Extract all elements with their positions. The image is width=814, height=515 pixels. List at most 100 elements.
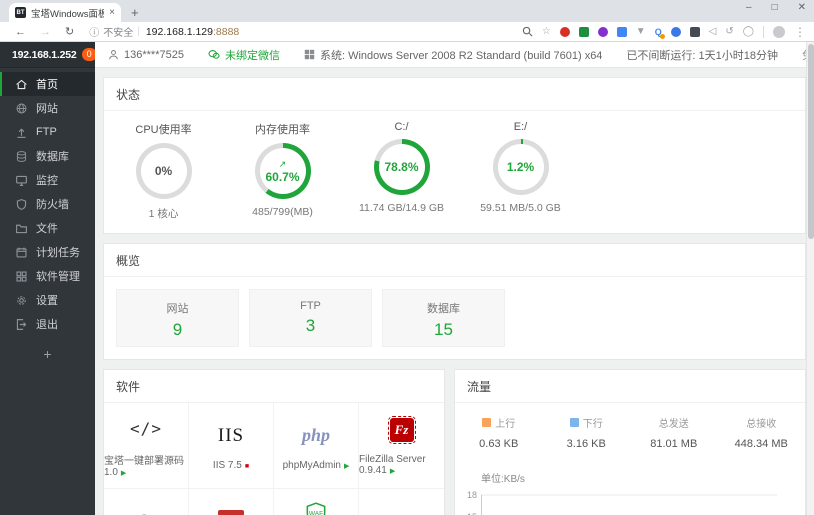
browser-tab[interactable]: BT 宝塔Windows面板 × [9,3,121,22]
extension-icon[interactable]: ◯ [743,26,754,37]
sidebar-item-database[interactable]: 数据库 [0,144,95,168]
extension-icon[interactable] [689,26,700,37]
waf-shield-icon: WAF [306,502,326,515]
url-text[interactable]: 192.168.1.129:8888 [146,26,239,38]
sidebar-item-firewall[interactable]: 防火墙 [0,192,95,216]
sidebar-item-cron[interactable]: 计划任务 [0,240,95,264]
traffic-chart: 1815129630 [467,489,797,515]
overview-card-ftp[interactable]: FTP 3 [249,289,372,347]
extension-icon[interactable]: ↺ [725,26,733,37]
php-icon: php [301,425,330,445]
filezilla-icon: Fz [387,416,416,444]
sidebar-item-logout[interactable]: 退出 [0,312,95,336]
window-close-button[interactable]: ✕ [798,2,806,13]
extension-icon[interactable] [616,26,627,37]
gauge-ring: 60.7% [254,143,311,199]
software-item-iis[interactable]: IIS IIS 7.5 [189,403,274,489]
sidebar-item-monitor[interactable]: 监控 [0,168,95,192]
info-icon[interactable]: ⓘ [89,24,99,39]
user-info[interactable]: 136****7525 [108,49,184,61]
gauge-memory: 内存使用率 60.7% 485/799(MB) [223,121,342,221]
release-memory-icon[interactable] [279,158,287,170]
extension-icon[interactable] [559,26,570,37]
sidebar-item-files[interactable]: 文件 [0,216,95,240]
software-panel: 软件 </> 宝塔一键部署源码 1.0 IIS IIS 7.5 php phpM [103,369,445,515]
running-status-icon [341,460,349,471]
iis-icon: IIS [217,424,245,446]
software-item-filezilla[interactable]: Fz FileZilla Server 0.9.41 [359,403,444,489]
software-item-waf[interactable]: WAF 宝塔IIS防火墙 1.0 [274,489,359,515]
monitor-icon [16,175,27,186]
overview-card-database[interactable]: 数据库 15 [382,289,505,347]
stat-value: 448.34 MB [734,438,788,450]
software-item-deploy[interactable]: </> 宝塔一键部署源码 1.0 [104,403,189,489]
gauge-ring: 78.8% [373,139,430,195]
traffic-panel-title: 流量 [455,370,805,403]
profile-avatar[interactable] [773,25,785,38]
running-status-icon [118,467,126,478]
tab-close-icon[interactable]: × [109,7,115,18]
software-item-phpmyadmin[interactable]: php phpMyAdmin [274,403,359,489]
overview-card-website[interactable]: 网站 9 [116,289,239,347]
software-item-redis[interactable]: redis 1.0 [189,489,274,515]
sidebar-item-label: 防火墙 [36,199,69,211]
calendar-icon [16,247,27,258]
window-minimize-button[interactable]: – [746,2,752,13]
extension-icon[interactable] [670,26,681,37]
window-maximize-button[interactable]: □ [772,2,778,13]
back-icon[interactable]: ← [15,26,26,38]
sidebar-item-label: 首页 [36,79,58,91]
sidebar-item-ftp[interactable]: FTP [0,120,95,144]
traffic-stat-down: 下行 3.16 KB [543,415,631,450]
wechat-bind-link[interactable]: 未绑定微信 [208,47,280,63]
sidebar-item-software[interactable]: 软件管理 [0,264,95,288]
gauge-label: 内存使用率 [255,124,310,136]
stopped-status-icon [242,460,249,471]
sidebar-item-home[interactable]: 首页 [0,72,95,96]
page-scrollbar[interactable] [806,42,814,515]
extension-icon[interactable] [578,26,589,37]
extension-icon[interactable]: Q [654,26,665,39]
php-icon: php [132,507,160,515]
url-divider: | [137,26,140,37]
gauge-percent: 1.2% [506,160,535,174]
sidebar-item-label: 设置 [36,295,58,307]
sidebar-item-label: FTP [36,126,57,138]
browser-menu-icon[interactable]: ⋮ [794,25,806,39]
gauge-percent: 60.7% [265,170,300,184]
card-label: FTP [300,300,321,312]
database-icon [16,150,27,162]
sidebar-item-settings[interactable]: 设置 [0,288,95,312]
card-label: 网站 [166,303,189,315]
reload-icon[interactable]: ↻ [65,25,74,38]
panel-topbar: 136****7525 未绑定微信 系统: Windows Server 200… [95,42,814,68]
sidebar-item-label: 文件 [36,223,58,235]
sidebar-item-label: 监控 [36,175,58,187]
traffic-panel: 流量 上行 0.63 KB 下行 3.16 KB 总发送 81.01 MB 总接… [454,369,806,515]
extension-icon[interactable]: ◁ [709,26,717,37]
grid-icon [16,270,27,282]
server-header[interactable]: 192.168.1.252 0 [0,42,97,68]
zoom-icon[interactable] [522,26,533,37]
card-value: 9 [172,320,183,339]
new-tab-button[interactable]: + [131,3,139,22]
traffic-stat-up: 上行 0.63 KB [455,415,543,450]
card-label: 数据库 [427,303,460,315]
security-label: 不安全 [103,28,134,39]
chart-unit-label: 单位:KB/s [481,474,525,485]
extension-icon[interactable]: ▼ [636,26,646,37]
stat-value: 0.63 KB [479,438,519,450]
software-item-php52[interactable]: php PHP-5.2 [104,489,189,515]
user-phone: 136****7525 [124,48,184,61]
sidebar-item-label: 网站 [36,103,58,115]
status-panel: 状态 CPU使用率 0% 1 核心 内存使用率 60.7% 485/799(MB… [103,77,806,234]
bookmark-star-icon[interactable]: ☆ [542,26,551,37]
gauge-cpu: CPU使用率 0% 1 核心 [104,121,223,221]
scrollbar-thumb[interactable] [808,44,814,239]
overview-panel: 概览 网站 9 FTP 3 数据库 15 [103,243,806,360]
sidebar-item-website[interactable]: 网站 [0,96,95,120]
forward-icon[interactable]: → [40,26,51,38]
extension-icon[interactable] [597,26,608,37]
system-info: 系统: Windows Server 2008 R2 Standard (bui… [304,47,602,63]
add-server-button[interactable]: + [0,336,95,372]
